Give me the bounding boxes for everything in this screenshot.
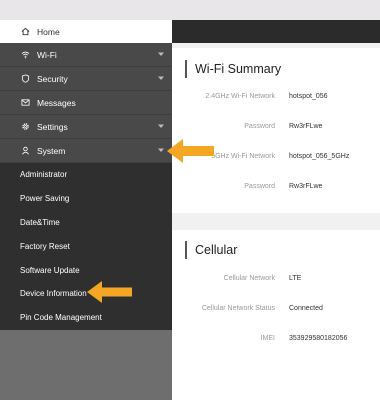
sidebar-item-label: Settings bbox=[37, 121, 68, 132]
row-label: IMEI bbox=[260, 335, 275, 342]
wifi-row: Password Rw3rFLwe bbox=[172, 123, 380, 137]
chevron-down-icon bbox=[158, 124, 164, 129]
cellular-title: Cellular bbox=[185, 241, 237, 259]
row-label: 2.4GHz Wi-Fi Network bbox=[205, 93, 275, 100]
sidebar-item-settings[interactable]: Settings bbox=[0, 115, 172, 139]
row-value: LTE bbox=[289, 275, 302, 282]
submenu-item-power-saving[interactable]: Power Saving bbox=[0, 187, 172, 211]
sidebar-item-label: Home bbox=[37, 26, 60, 37]
sidebar-item-messages[interactable]: Messages bbox=[0, 91, 172, 115]
main-header-bar bbox=[172, 20, 380, 43]
sidebar-item-label: Security bbox=[37, 73, 68, 84]
row-value: Connected bbox=[289, 305, 323, 312]
system-submenu: Administrator Power Saving Date&Time Fac… bbox=[0, 163, 172, 330]
pointer-arrow-icon bbox=[167, 139, 214, 163]
cellular-row: Cellular Network Status Connected bbox=[172, 305, 380, 319]
submenu-item-factory-reset[interactable]: Factory Reset bbox=[0, 234, 172, 258]
row-value: hotspot_056 bbox=[289, 93, 328, 100]
submenu-item-software-update[interactable]: Software Update bbox=[0, 258, 172, 282]
sidebar-item-home[interactable]: Home bbox=[0, 20, 172, 43]
row-value: hotspot_056_5GHz bbox=[289, 153, 350, 160]
shield-icon bbox=[20, 74, 30, 84]
sidebar: Home Wi-Fi Security Messages Settings Sy… bbox=[0, 20, 172, 400]
row-label: 5GHz Wi-Fi Network bbox=[211, 153, 275, 160]
sidebar-item-security[interactable]: Security bbox=[0, 67, 172, 91]
main-content: Wi-Fi Summary 2.4GHz Wi-Fi Network hotsp… bbox=[172, 43, 380, 400]
pointer-arrow-icon bbox=[87, 281, 132, 303]
sidebar-item-label: System bbox=[37, 145, 66, 156]
wifi-row: 2.4GHz Wi-Fi Network hotspot_056 bbox=[172, 93, 380, 107]
submenu-item-administrator[interactable]: Administrator bbox=[0, 163, 172, 187]
row-label: Cellular Network Status bbox=[201, 305, 275, 312]
cellular-row: Cellular Network LTE bbox=[172, 275, 380, 289]
wifi-summary-title: Wi-Fi Summary bbox=[185, 60, 281, 78]
cellular-card: Cellular Cellular Network LTE Cellular N… bbox=[172, 230, 380, 400]
wifi-icon bbox=[20, 50, 30, 60]
sidebar-item-label: Wi-Fi bbox=[37, 49, 57, 60]
row-label: Password bbox=[244, 123, 275, 130]
sidebar-item-wifi[interactable]: Wi-Fi bbox=[0, 43, 172, 67]
row-value: 353929580182056 bbox=[289, 335, 348, 342]
row-label: Password bbox=[244, 183, 275, 190]
top-bar bbox=[0, 0, 380, 20]
row-value: Rw3rFLwe bbox=[289, 123, 323, 130]
row-value: Rw3rFLwe bbox=[289, 183, 323, 190]
submenu-item-date-time[interactable]: Date&Time bbox=[0, 211, 172, 235]
wifi-row: Password Rw3rFLwe bbox=[172, 183, 380, 197]
cellular-row: IMEI 353929580182056 bbox=[172, 335, 380, 349]
row-label: Cellular Network bbox=[223, 275, 275, 282]
gear-icon bbox=[20, 122, 30, 132]
chevron-down-icon bbox=[158, 76, 164, 81]
user-icon bbox=[20, 146, 30, 156]
sidebar-item-system[interactable]: System bbox=[0, 139, 172, 163]
chevron-down-icon bbox=[158, 52, 164, 57]
wifi-summary-card: Wi-Fi Summary 2.4GHz Wi-Fi Network hotsp… bbox=[172, 48, 380, 213]
mail-icon bbox=[20, 98, 30, 108]
sidebar-item-label: Messages bbox=[37, 97, 76, 108]
submenu-item-pin-code-management[interactable]: Pin Code Management bbox=[0, 306, 172, 330]
home-icon bbox=[20, 27, 30, 37]
chevron-down-icon bbox=[158, 148, 164, 153]
